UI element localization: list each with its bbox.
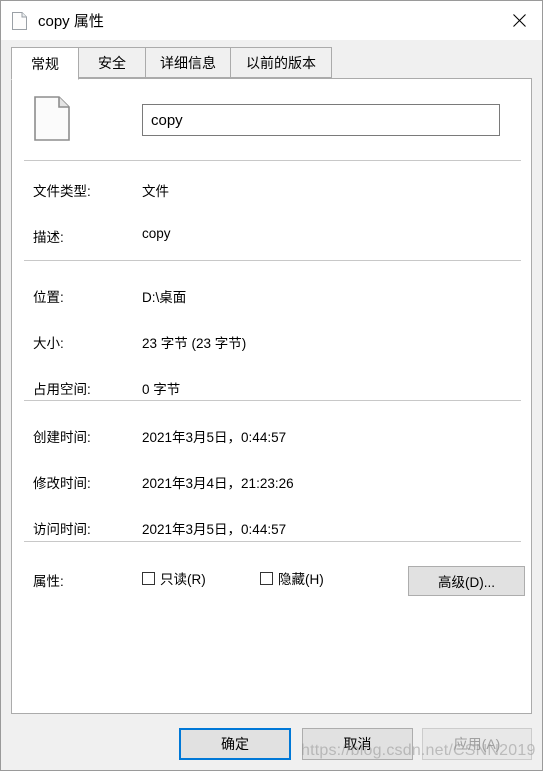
row-file-type: 文件类型: 文件 <box>12 180 531 200</box>
tab-strip: 常规 安全 详细信息 以前的版本 <box>11 47 532 80</box>
advanced-button[interactable]: 高级(D)... <box>408 566 525 596</box>
row-created: 创建时间: 2021年3月5日，0:44:57 <box>12 426 531 446</box>
advanced-button-label: 高级(D)... <box>438 575 495 590</box>
apply-button: 应用(A) <box>422 728 532 760</box>
modified-label: 修改时间: <box>33 476 91 491</box>
description-value: copy <box>142 226 171 241</box>
ok-button[interactable]: 确定 <box>179 728 291 760</box>
readonly-checkbox[interactable]: 只读(R) <box>142 568 206 588</box>
title-bar: copy 属性 <box>1 1 542 40</box>
tab-security-label: 安全 <box>98 54 126 71</box>
document-icon <box>12 11 27 30</box>
tab-general[interactable]: 常规 <box>11 47 79 80</box>
apply-button-label: 应用(A) <box>453 736 501 752</box>
created-value: 2021年3月5日，0:44:57 <box>142 430 287 445</box>
tab-general-label: 常规 <box>31 55 59 72</box>
window-title: copy 属性 <box>38 13 104 30</box>
created-label: 创建时间: <box>33 430 91 445</box>
accessed-value: 2021年3月5日，0:44:57 <box>142 522 287 537</box>
hidden-checkbox[interactable]: 隐藏(H) <box>260 568 324 588</box>
cancel-button[interactable]: 取消 <box>302 728 413 760</box>
size-on-disk-label: 占用空间: <box>33 382 91 397</box>
row-location: 位置: D:\桌面 <box>12 286 531 306</box>
tab-previous-versions-label: 以前的版本 <box>246 54 316 71</box>
location-label: 位置: <box>33 290 64 305</box>
file-type-value: 文件 <box>142 184 169 199</box>
location-value: D:\桌面 <box>142 290 187 305</box>
separator-2 <box>24 260 521 261</box>
row-size-on-disk: 占用空间: 0 字节 <box>12 378 531 398</box>
readonly-checkbox-label: 只读(R) <box>160 572 206 587</box>
attributes-label: 属性: <box>33 574 64 589</box>
file-name-section <box>12 79 531 151</box>
file-name-input[interactable] <box>142 104 500 136</box>
size-on-disk-value: 0 字节 <box>142 382 181 397</box>
checkbox-box-icon <box>142 571 155 585</box>
row-modified: 修改时间: 2021年3月4日，21:23:26 <box>12 472 531 492</box>
tab-security[interactable]: 安全 <box>78 47 146 78</box>
modified-value: 2021年3月4日，21:23:26 <box>142 476 294 491</box>
accessed-label: 访问时间: <box>33 522 91 537</box>
description-label: 描述: <box>33 230 64 245</box>
cancel-button-label: 取消 <box>343 736 372 752</box>
size-value: 23 字节 (23 字节) <box>142 336 247 351</box>
tab-details-label: 详细信息 <box>160 54 216 71</box>
hidden-checkbox-label: 隐藏(H) <box>278 572 324 587</box>
close-icon[interactable] <box>496 1 542 40</box>
row-description: 描述: copy <box>12 226 531 246</box>
general-tab-panel: 文件类型: 文件 描述: copy 位置: D:\桌面 大小: 23 字节 (2… <box>11 78 532 714</box>
row-accessed: 访问时间: 2021年3月5日，0:44:57 <box>12 518 531 538</box>
attributes-section: 属性: 只读(R) 隐藏(H) 高级(D)... <box>12 566 531 606</box>
separator-1 <box>24 160 521 161</box>
size-label: 大小: <box>33 336 64 351</box>
tab-previous-versions[interactable]: 以前的版本 <box>230 47 332 78</box>
file-type-label: 文件类型: <box>33 184 91 199</box>
checkbox-box-icon <box>260 571 273 585</box>
ok-button-label: 确定 <box>221 736 249 752</box>
separator-3 <box>24 400 521 401</box>
file-properties-dialog: copy 属性 常规 安全 详细信息 以前的版本 copy 文件类型: 文件 描… <box>0 0 543 771</box>
row-size: 大小: 23 字节 (23 字节) <box>12 332 531 352</box>
blank-document-icon <box>34 96 70 141</box>
separator-4 <box>24 541 521 542</box>
tab-details[interactable]: 详细信息 <box>145 47 231 78</box>
